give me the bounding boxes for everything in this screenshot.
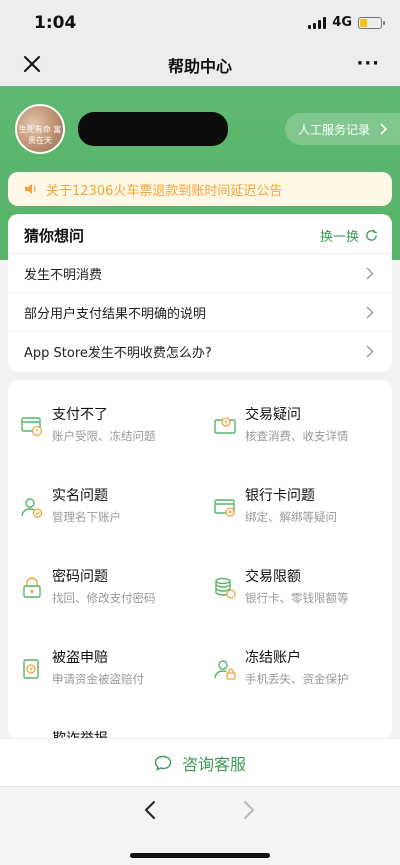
refresh-icon (366, 229, 377, 241)
category-title: 支付不了 (52, 407, 108, 423)
chevron-right-icon (366, 267, 374, 280)
category-title: 交易限额 (245, 569, 301, 585)
status-bar: 1:04 4G (0, 0, 400, 44)
category-title: 密码问题 (52, 569, 108, 585)
refresh-label: 换一换 (319, 230, 359, 245)
category-title: 实名问题 (52, 488, 108, 504)
category-subtitle: 核查消费、收支详情 (245, 429, 349, 443)
user-verify-icon (21, 498, 43, 518)
speaker-icon (25, 184, 36, 194)
category-subtitle: 手机丢失、资金保护 (245, 672, 349, 686)
category-real-name[interactable]: 实名问题 管理名下账户 (8, 483, 200, 543)
category-subtitle: 管理名下账户 (52, 510, 121, 524)
category-title: 银行卡问题 (245, 488, 315, 504)
transaction-query-icon: ¥ (214, 417, 236, 434)
chevron-right-icon (380, 123, 388, 135)
coins-stack-icon (215, 577, 236, 599)
navigation-bar: 帮助中心 ··· (0, 44, 400, 86)
category-password[interactable]: 密码问题 找回、修改支付密码 (8, 564, 200, 624)
announcement-text: 关于12306火车票退款到账时间延迟公告 (46, 183, 283, 199)
back-arrow-icon[interactable] (142, 799, 158, 821)
home-indicator[interactable] (130, 853, 270, 858)
category-title: 被盗申赔 (52, 650, 108, 666)
faq-card: 猜你想问 换一换 发生不明消费 部分用户支付结果不明确的说明 App Store… (8, 214, 392, 372)
more-options-button[interactable]: ··· (356, 53, 380, 74)
category-subtitle: 绑定、解绑等疑问 (245, 510, 337, 524)
faq-question-item[interactable]: 发生不明消费 (8, 254, 392, 293)
category-transaction-limit[interactable]: 交易限额 银行卡、零钱限额等 (201, 564, 392, 624)
category-grid: 支付不了 账户受限、冻结问题 ¥ 交易疑问 核查消费、收支详情 实名问题 管理名… (8, 380, 392, 740)
signal-icon (308, 16, 327, 29)
card-warning-icon (21, 417, 43, 437)
chevron-right-icon (366, 306, 374, 319)
service-record-button[interactable]: 人工服务记录 (285, 113, 400, 145)
bank-card-gear-icon (214, 499, 235, 517)
status-time: 1:04 (34, 13, 77, 33)
forward-arrow-icon[interactable] (241, 799, 257, 821)
faq-title: 猜你想问 (24, 227, 85, 245)
user-lock-icon (214, 660, 236, 680)
consult-service-button[interactable]: 咨询客服 (0, 738, 400, 786)
redacted-username (78, 112, 228, 146)
avatar-caption: 生死有命 富贵在天 (18, 125, 62, 145)
faq-question-item[interactable]: App Store发生不明收费怎么办? (8, 332, 392, 371)
svg-text:¥: ¥ (29, 666, 33, 673)
refresh-button[interactable]: 换一换 (320, 226, 378, 245)
service-record-label: 人工服务记录 (298, 122, 371, 137)
faq-question-text: App Store发生不明收费怎么办? (24, 346, 212, 361)
category-subtitle: 申请资金被盗赔付 (52, 672, 144, 686)
consult-service-label: 咨询客服 (181, 754, 246, 774)
page-title: 帮助中心 (167, 57, 232, 76)
category-freeze-account[interactable]: 冻结账户 手机丢失、资金保护 (201, 645, 392, 705)
category-theft-claim[interactable]: ¥ 被盗申赔 申请资金被盗赔付 (8, 645, 200, 705)
category-subtitle: 账户受限、冻结问题 (52, 429, 156, 443)
faq-header: 猜你想问 换一换 (8, 214, 392, 254)
category-subtitle: 找回、修改支付密码 (52, 591, 156, 605)
claim-doc-icon: ¥ (23, 659, 39, 679)
category-title: 冻结账户 (245, 650, 301, 666)
network-type: 4G (332, 15, 352, 30)
password-lock-icon (23, 577, 41, 598)
faq-question-item[interactable]: 部分用户支付结果不明确的说明 (8, 293, 392, 332)
avatar[interactable]: 生死有命 富贵在天 (15, 104, 65, 154)
category-bank-card[interactable]: 银行卡问题 绑定、解绑等疑问 (201, 483, 392, 543)
chat-bubble-icon (154, 755, 172, 771)
battery-icon (358, 16, 385, 29)
category-payment-failed[interactable]: 支付不了 账户受限、冻结问题 (8, 402, 200, 462)
faq-question-text: 发生不明消费 (24, 267, 103, 283)
announcement-banner[interactable]: 关于12306火车票退款到账时间延迟公告 (8, 172, 392, 206)
category-subtitle: 银行卡、零钱限额等 (245, 591, 349, 605)
svg-text:¥: ¥ (224, 419, 228, 426)
chevron-right-icon (366, 345, 374, 358)
status-indicators: 4G (308, 15, 385, 30)
faq-question-text: 部分用户支付结果不明确的说明 (24, 306, 207, 322)
category-title: 交易疑问 (245, 407, 301, 423)
category-transaction-query[interactable]: ¥ 交易疑问 核查消费、收支详情 (201, 402, 392, 462)
